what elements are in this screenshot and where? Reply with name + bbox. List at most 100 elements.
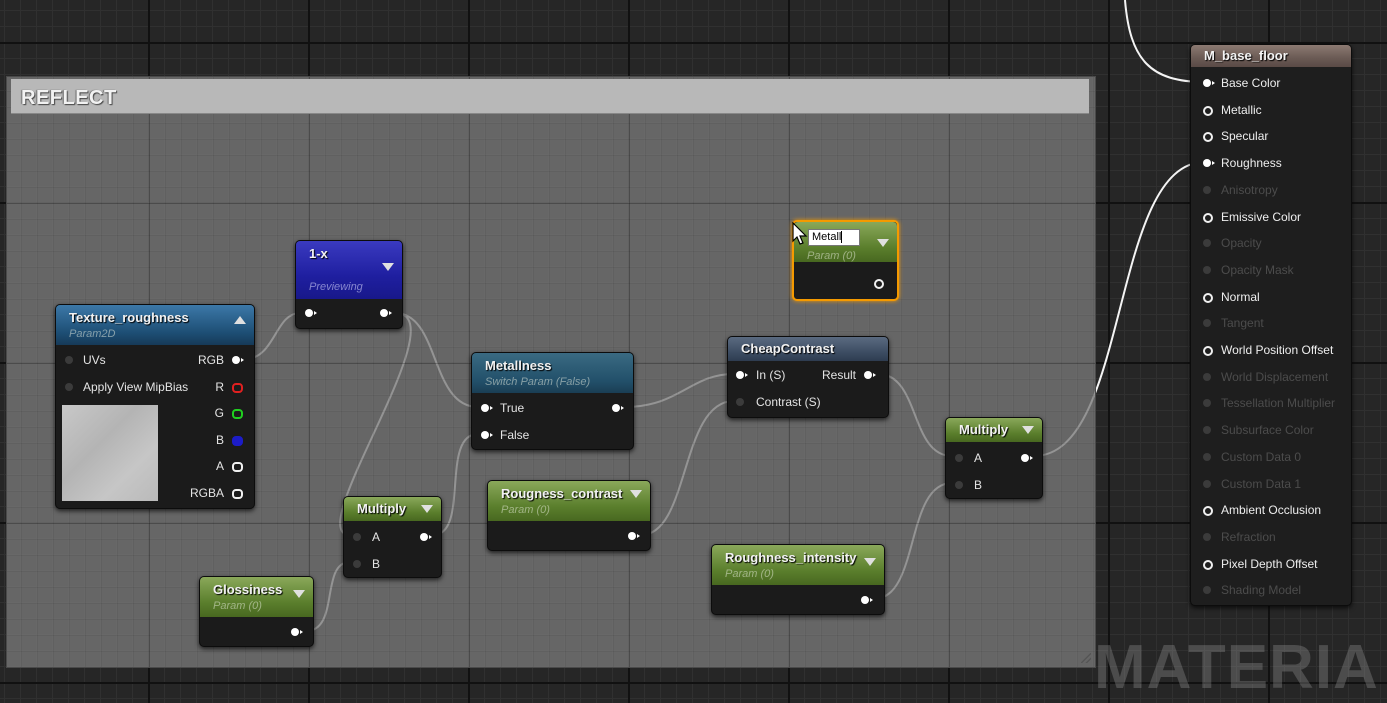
node-material-result[interactable]: M_base_floor Base Color Metallic Specular R…: [1190, 44, 1352, 606]
comment-title-bar[interactable]: REFLECT: [11, 79, 1089, 114]
input-pin-icon[interactable]: [736, 371, 748, 379]
output-pin-icon[interactable]: [232, 409, 243, 419]
input-pin-icon[interactable]: [353, 560, 361, 568]
output-pin-icon[interactable]: [1021, 454, 1033, 462]
output-pin-icon[interactable]: [232, 436, 243, 446]
collapse-arrow-icon[interactable]: [1022, 426, 1034, 434]
input-pin-icon: [1203, 239, 1211, 248]
collapse-arrow-icon[interactable]: [382, 263, 394, 271]
input-pin-icon[interactable]: [1203, 292, 1213, 303]
input-pin-icon[interactable]: [736, 398, 744, 406]
rename-input-value: Metall: [812, 231, 842, 243]
output-pin-icon[interactable]: [420, 533, 432, 541]
input-pin-icon[interactable]: [1203, 212, 1213, 223]
output-pin-icon[interactable]: [232, 462, 243, 472]
result-input-label: Anisotropy: [1221, 182, 1278, 197]
pin-label: In (S): [756, 368, 786, 382]
output-pin-icon[interactable]: [864, 371, 876, 379]
resize-grip[interactable]: [1081, 653, 1091, 663]
texture-preview-thumbnail[interactable]: [62, 405, 158, 501]
pin-r[interactable]: R: [186, 380, 246, 396]
node-glossiness[interactable]: Glossiness Param (0): [199, 576, 314, 647]
pin-result[interactable]: Result: [818, 368, 880, 384]
node-title: Glossiness: [213, 582, 283, 597]
node-subtitle: Param (0): [501, 504, 550, 516]
node-multiply-right[interactable]: Multiply A B: [945, 417, 1043, 499]
pin-rgb[interactable]: RGB: [186, 353, 246, 369]
input-pin-icon[interactable]: [353, 533, 361, 541]
input-pin-icon[interactable]: [305, 309, 317, 317]
collapse-arrow-icon[interactable]: [293, 590, 305, 598]
output-pin-icon[interactable]: [861, 596, 873, 604]
node-subtitle: Switch Param (False): [485, 376, 591, 388]
pin-b[interactable]: B: [186, 433, 246, 449]
node-one-minus[interactable]: 1-x Previewing: [295, 240, 403, 329]
output-pin-icon[interactable]: [612, 404, 624, 412]
node-header[interactable]: CheapContrast: [728, 337, 888, 361]
input-pin-icon[interactable]: [481, 431, 493, 439]
input-pin-icon[interactable]: [65, 383, 73, 391]
node-rougness-contrast[interactable]: Rougness_contrast Param (0): [487, 480, 651, 551]
node-subtitle: Param (0): [725, 568, 774, 580]
output-pin-icon[interactable]: [232, 383, 243, 393]
output-pin-icon[interactable]: [628, 532, 640, 540]
input-pin-icon[interactable]: [955, 481, 963, 489]
node-header[interactable]: Roughness_intensity Param (0): [712, 545, 884, 585]
node-header[interactable]: Metall Param (0): [794, 222, 897, 262]
result-input-label: Metallic: [1221, 102, 1262, 117]
collapse-arrow-icon[interactable]: [630, 490, 642, 498]
node-header[interactable]: Rougness_contrast Param (0): [488, 481, 650, 521]
input-pin-icon[interactable]: [1203, 346, 1213, 356]
input-pin-icon[interactable]: [481, 404, 493, 412]
input-pin-icon[interactable]: [1203, 132, 1213, 143]
pin-label: A: [974, 451, 983, 465]
node-texture-roughness[interactable]: Texture_roughness Param2D UVs Apply View…: [55, 304, 255, 509]
input-pin-icon: [1203, 452, 1211, 461]
pin-label: B: [372, 557, 381, 571]
pin-label: A: [215, 459, 224, 473]
input-pin-icon[interactable]: [1203, 559, 1213, 570]
node-metallness[interactable]: Metallness Switch Param (False) True Fal…: [471, 352, 634, 450]
output-pin-icon[interactable]: [874, 279, 884, 289]
node-header[interactable]: Metallness Switch Param (False): [472, 353, 633, 393]
collapse-arrow-icon[interactable]: [421, 505, 433, 513]
collapse-arrow-icon[interactable]: [877, 239, 889, 247]
node-header[interactable]: Glossiness Param (0): [200, 577, 313, 617]
input-pin-icon[interactable]: [1203, 159, 1215, 168]
input-pin-icon[interactable]: [955, 454, 963, 462]
node-header[interactable]: Texture_roughness Param2D: [56, 305, 254, 345]
output-pin-icon[interactable]: [232, 356, 244, 364]
input-pin-icon: [1203, 319, 1211, 328]
result-node-title[interactable]: M_base_floor: [1191, 45, 1351, 67]
result-input-label: Custom Data 1: [1221, 476, 1302, 491]
node-header[interactable]: Multiply: [344, 497, 441, 521]
collapse-arrow-icon[interactable]: [864, 558, 876, 566]
output-pin-icon[interactable]: [291, 628, 303, 636]
text-caret: [841, 231, 843, 244]
node-roughness-intensity[interactable]: Roughness_intensity Param (0): [711, 544, 885, 615]
node-metal-param-selected[interactable]: Metall Param (0): [792, 220, 899, 301]
node-title: 1-x: [309, 246, 328, 261]
input-pin-icon[interactable]: [65, 356, 73, 364]
node-subtitle: Previewing: [309, 281, 363, 293]
result-input-label: Tessellation Multiplier: [1221, 396, 1336, 411]
output-pin-icon[interactable]: [380, 309, 392, 317]
pin-label: True: [500, 401, 525, 415]
input-pin-icon: [1203, 265, 1211, 274]
input-pin-icon[interactable]: [1203, 506, 1213, 517]
pin-g[interactable]: G: [186, 406, 246, 422]
pin-rgba[interactable]: RGBA: [176, 486, 246, 502]
node-cheap-contrast[interactable]: CheapContrast In (S) Contrast (S) Result: [727, 336, 889, 418]
pin-a[interactable]: A: [186, 459, 246, 475]
result-input-label: Custom Data 0: [1221, 449, 1302, 464]
rename-input[interactable]: Metall: [808, 229, 860, 246]
node-header[interactable]: Multiply: [946, 418, 1042, 442]
input-pin-icon[interactable]: [1203, 105, 1213, 116]
input-pin-icon[interactable]: [1203, 79, 1215, 87]
result-input-label: Ambient Occlusion: [1221, 503, 1322, 518]
node-header[interactable]: 1-x Previewing: [296, 241, 402, 299]
collapse-arrow-icon[interactable]: [234, 316, 246, 324]
output-pin-icon[interactable]: [232, 489, 243, 499]
node-multiply-left[interactable]: Multiply A B: [343, 496, 442, 578]
node-subtitle: Param (0): [213, 600, 262, 612]
